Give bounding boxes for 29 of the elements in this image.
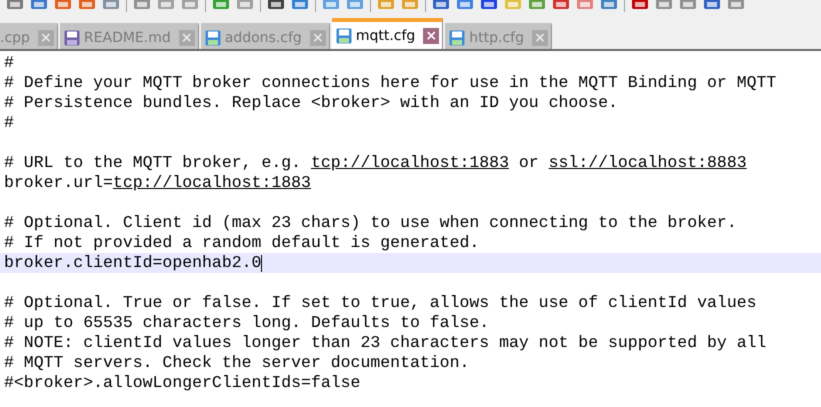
code-text: # Optional. Client id (max 23 chars) to use when connecting to the broker. xyxy=(4,213,737,233)
close-icon[interactable]: × xyxy=(38,30,54,46)
code-text: #<broker>.allowLongerClientIds=false xyxy=(4,373,360,393)
code-text: # NOTE: clientId values longer than 23 characters may not be supported by all xyxy=(4,333,766,353)
code-text: # xyxy=(4,53,14,73)
code-text: # up to 65535 characters long. Defaults to false. xyxy=(4,313,490,333)
code-text: # Optional. True or false. If set to true, allows the use of clientId values xyxy=(4,293,757,313)
code-text: # Persistence bundles. Replace <broker> with an ID you choose. xyxy=(4,93,618,113)
code-text: # URL to the MQTT broker, e.g. xyxy=(4,153,302,173)
code-text: broker.url= xyxy=(4,173,113,193)
close-icon[interactable]: × xyxy=(178,30,195,46)
url-link[interactable]: tcp://localhost:1883 xyxy=(310,153,509,173)
text-cursor xyxy=(261,254,262,272)
file-tab[interactable]: README.md × xyxy=(60,23,199,49)
code-text: # If not provided a random default is generated. xyxy=(4,233,480,253)
url-link[interactable]: ssl://localhost:8883 xyxy=(548,153,747,173)
file-tab[interactable]: http.cfg × xyxy=(445,23,552,49)
code-text: # xyxy=(4,113,14,133)
close-icon[interactable]: × xyxy=(310,30,326,46)
code-text: # MQTT servers. Check the server documentation. xyxy=(4,353,470,373)
file-tab[interactable]: .cpp × xyxy=(0,23,58,49)
code-text: broker.clientId=openhab2.0 xyxy=(4,253,262,273)
url-link[interactable]: tcp://localhost:1883 xyxy=(112,173,311,193)
file-tab[interactable]: addons.cfg × xyxy=(200,23,330,49)
code-text: # Define your MQTT broker connections here for use in the MQTT Binding or MQTT xyxy=(4,73,776,93)
close-icon[interactable]: × xyxy=(532,30,548,46)
code-text: or xyxy=(518,153,540,173)
file-tab[interactable]: mqtt.cfg × xyxy=(332,18,444,49)
close-icon[interactable]: × xyxy=(423,28,440,44)
